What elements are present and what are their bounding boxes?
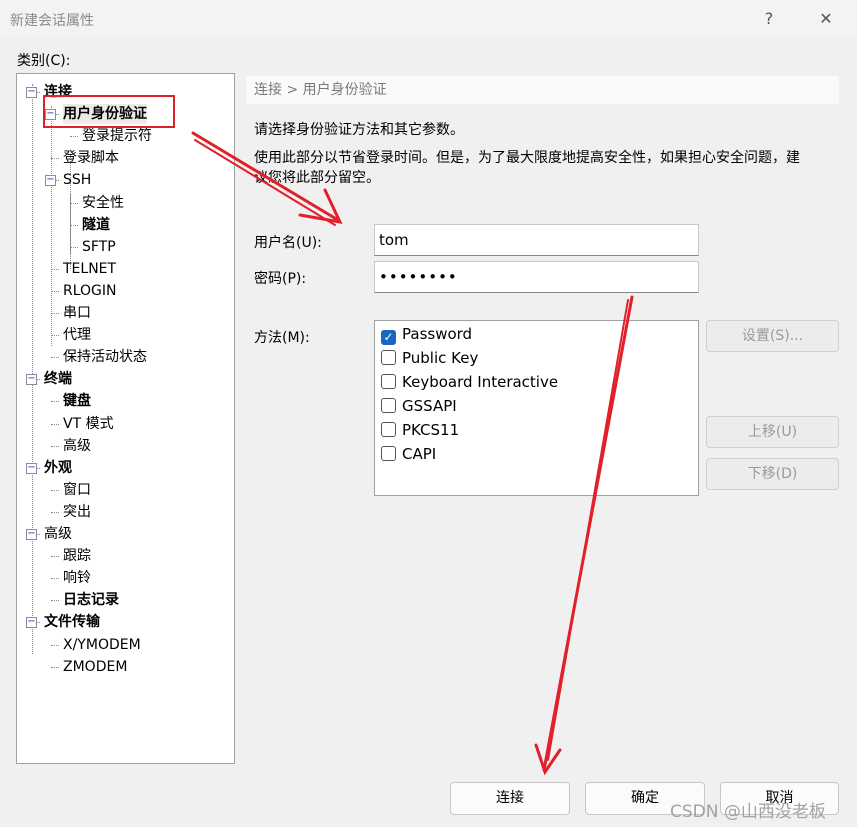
method-label: Password <box>402 325 473 343</box>
tree-item[interactable]: 保持活动状态 <box>63 347 147 367</box>
method-label: Keyboard Interactive <box>402 373 559 391</box>
tree-connector <box>51 290 59 292</box>
tree-item[interactable]: SSH <box>63 170 91 190</box>
watermark: CSDN @山西没老板 <box>670 802 826 822</box>
connect-button[interactable]: 连接 <box>450 782 570 815</box>
tree-item[interactable]: 串口 <box>63 303 91 323</box>
method-checkbox-item[interactable]: CAPI <box>381 443 436 465</box>
tree-item[interactable]: 跟踪 <box>63 546 91 566</box>
tree-connector <box>51 489 59 491</box>
window-title: 新建会话属性 <box>10 13 94 29</box>
username-input[interactable]: tom <box>374 224 699 256</box>
annotation-highlight-box <box>43 95 175 128</box>
username-label: 用户名(U): <box>254 235 322 251</box>
tree-item[interactable]: 登录提示符 <box>82 126 152 146</box>
tree-connector <box>51 445 59 447</box>
title-bar: 新建会话属性 ? ✕ <box>0 0 857 38</box>
tree-connector <box>51 313 59 314</box>
checkbox-icon[interactable] <box>381 446 396 461</box>
tree-connector <box>51 401 59 403</box>
tree-connector <box>51 644 59 646</box>
tree-connector <box>70 154 71 254</box>
collapse-toggle-icon[interactable]: − <box>26 87 37 98</box>
category-label: 类别(C): <box>17 53 71 69</box>
description-text-3: 议您将此部分留空。 <box>254 170 380 186</box>
password-input[interactable]: •••••••• <box>374 261 699 293</box>
tree-item[interactable]: 终端 <box>44 369 72 389</box>
checkbox-icon[interactable] <box>381 374 396 389</box>
tree-connector <box>51 600 59 602</box>
tree-item[interactable]: TELNET <box>63 259 116 279</box>
tree-item[interactable]: 日志记录 <box>63 590 119 610</box>
method-label: CAPI <box>402 445 437 463</box>
tree-item[interactable]: 文件传输 <box>44 612 100 632</box>
collapse-toggle-icon[interactable]: − <box>26 374 37 386</box>
tree-connector <box>70 224 78 226</box>
move-down-button[interactable]: 下移(D) <box>706 458 839 490</box>
tree-connector <box>51 511 59 513</box>
description-text-2: 使用此部分以节省登录时间。但是，为了最大限度地提高安全性，如果担心安全问题，建 <box>254 150 800 166</box>
method-label: Public Key <box>402 349 479 367</box>
method-checkbox-item[interactable]: PKCS11 <box>381 419 459 441</box>
tree-connector <box>70 136 78 138</box>
tree-item[interactable]: 登录脚本 <box>63 148 119 168</box>
tree-connector <box>70 202 78 204</box>
tree-item[interactable]: 高级 <box>44 524 72 544</box>
tree-item[interactable]: 高级 <box>63 436 91 456</box>
tree-item[interactable]: VT 模式 <box>63 414 114 434</box>
settings-button[interactable]: 设置(S)... <box>706 320 839 352</box>
close-button[interactable]: ✕ <box>812 6 840 32</box>
method-checkbox-item[interactable]: Public Key <box>381 347 478 369</box>
tree-item[interactable]: 键盘 <box>63 391 91 411</box>
breadcrumb: 连接 > 用户身份验证 <box>246 76 839 104</box>
password-label: 密码(P): <box>254 271 307 287</box>
tree-item[interactable]: 代理 <box>63 325 91 345</box>
collapse-toggle-icon[interactable]: − <box>45 175 56 187</box>
tree-connector <box>51 556 59 558</box>
checkbox-icon[interactable] <box>381 422 396 437</box>
checkbox-icon[interactable] <box>381 350 396 365</box>
tree-item[interactable]: 突出 <box>63 502 91 522</box>
collapse-toggle-icon[interactable]: − <box>26 462 37 474</box>
collapse-toggle-icon[interactable]: − <box>26 529 37 540</box>
tree-connector <box>51 423 59 425</box>
tree-connector <box>51 268 59 270</box>
checkbox-checked-icon[interactable]: ✓ <box>381 330 396 345</box>
tree-connector <box>51 335 59 337</box>
tree-connector <box>51 578 59 580</box>
tree-item[interactable]: 隧道 <box>82 215 110 235</box>
collapse-toggle-icon[interactable]: − <box>26 617 37 629</box>
method-checkbox-item[interactable]: ✓ Password <box>381 323 472 345</box>
checkbox-icon[interactable] <box>381 398 396 413</box>
tree-item[interactable]: 安全性 <box>82 193 124 213</box>
tree-item[interactable]: 响铃 <box>63 568 91 588</box>
tree-connector <box>51 158 59 160</box>
method-checkbox-item[interactable]: GSSAPI <box>381 395 457 417</box>
description-text: 请选择身份验证方法和其它参数。 <box>254 122 464 138</box>
method-label: GSSAPI <box>402 397 457 415</box>
tree-item[interactable]: 外观 <box>44 458 72 478</box>
tree-item[interactable]: 窗口 <box>63 480 91 500</box>
tree-connector <box>32 84 33 654</box>
category-tree[interactable]: 连接 − 用户身份验证 − 登录提示符 登录脚本 SSH − 安全性 隧道 SFTP TELNET RL… <box>16 73 235 764</box>
tree-connector <box>51 666 59 668</box>
tree-item[interactable]: RLOGIN <box>63 281 117 301</box>
tree-connector <box>51 357 59 359</box>
method-list[interactable]: ✓ Password Public Key Keyboard Interactive G… <box>374 320 699 496</box>
method-checkbox-item[interactable]: Keyboard Interactive <box>381 371 558 393</box>
method-label: PKCS11 <box>402 421 460 439</box>
tree-connector <box>70 246 78 248</box>
method-label: 方法(M): <box>254 330 310 346</box>
move-up-button[interactable]: 上移(U) <box>706 416 839 448</box>
tree-item[interactable]: ZMODEM <box>63 657 127 677</box>
tree-connector <box>51 106 52 346</box>
tree-item[interactable]: X/YMODEM <box>63 635 141 655</box>
help-button[interactable]: ? <box>755 6 783 32</box>
tree-item[interactable]: SFTP <box>82 237 116 257</box>
